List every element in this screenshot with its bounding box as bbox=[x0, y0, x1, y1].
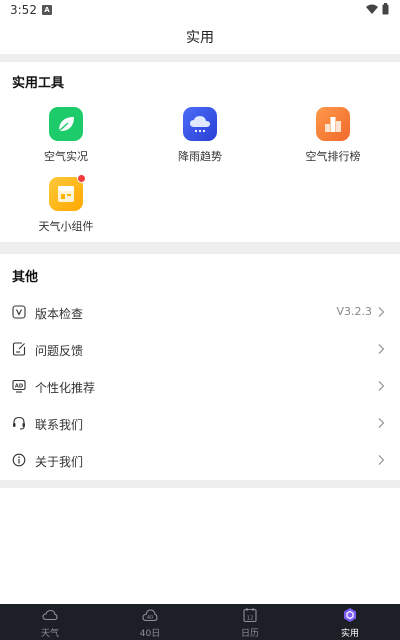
list-item-label: 问题反馈 bbox=[35, 344, 84, 358]
rain-cloud-icon bbox=[183, 107, 217, 141]
tools-section-title: 实用工具 bbox=[12, 76, 65, 91]
cloud-icon bbox=[42, 609, 58, 621]
status-time: 3:52 bbox=[10, 3, 37, 17]
ad-icon: AD bbox=[12, 379, 26, 393]
svg-text:12: 12 bbox=[247, 615, 254, 621]
tab-40-days[interactable]: 40 40日 bbox=[100, 604, 200, 640]
tool-label: 空气实况 bbox=[44, 150, 88, 163]
list-item-label: 关于我们 bbox=[35, 455, 84, 469]
tools-hexagon-icon bbox=[344, 608, 356, 622]
info-icon bbox=[12, 453, 26, 467]
section-divider bbox=[0, 480, 400, 488]
chevron-right-icon bbox=[378, 418, 385, 428]
list-item-label: 联系我们 bbox=[35, 418, 84, 432]
page-header: 实用 bbox=[0, 20, 400, 54]
tab-weather[interactable]: 天气 bbox=[0, 604, 100, 640]
forty-day-icon: 40 bbox=[142, 609, 158, 622]
leaf-icon bbox=[49, 107, 83, 141]
headset-icon bbox=[13, 416, 25, 430]
tool-air-quality[interactable]: 空气实况 bbox=[6, 107, 126, 164]
list-item-contact-us[interactable]: 联系我们 bbox=[0, 405, 400, 442]
others-section-title: 其他 bbox=[12, 270, 39, 285]
battery-icon bbox=[382, 3, 389, 15]
section-divider bbox=[0, 242, 400, 254]
svg-text:40: 40 bbox=[147, 615, 153, 621]
tab-label: 实用 bbox=[340, 629, 359, 639]
version-icon bbox=[12, 305, 26, 319]
tool-label: 降雨趋势 bbox=[178, 150, 222, 163]
list-item-label: 个性化推荐 bbox=[35, 381, 96, 395]
tool-label: 空气排行榜 bbox=[305, 150, 361, 163]
calendar-icon: 12 bbox=[243, 608, 257, 623]
new-badge-dot bbox=[77, 174, 86, 183]
list-item-feedback[interactable]: 问题反馈 bbox=[0, 331, 400, 368]
bottom-tab-bar: 天气 40 40日 12 日历 实用 bbox=[0, 604, 400, 640]
notification-a-icon: A bbox=[42, 5, 52, 15]
tab-calendar[interactable]: 12 日历 bbox=[200, 604, 300, 640]
tab-label: 日历 bbox=[240, 629, 259, 639]
status-bar: 3:52 A bbox=[0, 0, 400, 20]
tab-label: 天气 bbox=[40, 629, 59, 639]
svg-text:AD: AD bbox=[15, 384, 24, 390]
ranking-podium-icon bbox=[316, 107, 350, 141]
list-item-version-check[interactable]: 版本检查 V3.2.3 bbox=[0, 294, 400, 331]
tab-label: 40日 bbox=[139, 629, 161, 639]
tool-label: 天气小组件 bbox=[38, 220, 94, 233]
list-item-personalized-recommendation[interactable]: AD 个性化推荐 bbox=[0, 368, 400, 405]
tab-tools[interactable]: 实用 bbox=[300, 604, 400, 640]
widget-icon bbox=[49, 174, 86, 211]
tool-rain-trend[interactable]: 降雨趋势 bbox=[140, 107, 260, 164]
list-item-about-us[interactable]: 关于我们 bbox=[0, 442, 400, 479]
list-item-label: 版本检查 bbox=[35, 307, 84, 321]
tool-air-ranking[interactable]: 空气排行榜 bbox=[273, 107, 393, 164]
chevron-right-icon bbox=[378, 344, 385, 354]
chevron-right-icon bbox=[378, 381, 385, 391]
version-value: V3.2.3 bbox=[336, 305, 372, 318]
feedback-icon bbox=[12, 342, 26, 356]
chevron-right-icon bbox=[378, 307, 385, 317]
tool-weather-widget[interactable]: 天气小组件 bbox=[6, 174, 126, 234]
chevron-right-icon bbox=[378, 455, 385, 465]
wifi-icon bbox=[366, 4, 378, 14]
page-title: 实用 bbox=[186, 30, 214, 46]
section-divider bbox=[0, 54, 400, 62]
